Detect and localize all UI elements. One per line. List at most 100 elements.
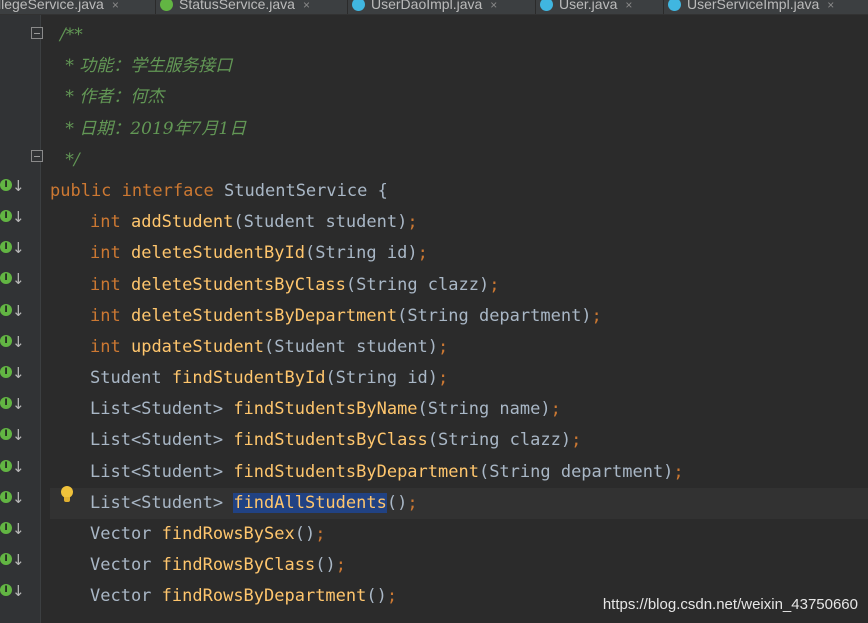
method-line: Vector findRowsBySex(); — [50, 519, 868, 550]
method-name: findRowsBySex — [161, 524, 295, 544]
method-params: (String clazz) — [345, 274, 490, 295]
code-editor[interactable]: /** * 功能：学生服务接口 * 作者：何杰 * 日期：2019年7月1日 *… — [50, 20, 868, 613]
method-params: (Student student) — [264, 336, 439, 357]
keyword-public: public — [50, 180, 112, 201]
code-line: /** — [50, 20, 868, 51]
method-params: (String department) — [397, 305, 592, 326]
return-type: List<Student> — [90, 461, 224, 482]
interface-name: StudentService — [224, 180, 368, 201]
doc-comment-author: * 作者：何杰 — [60, 87, 165, 108]
selected-method-name[interactable]: findAllStudents — [233, 492, 387, 513]
semicolon: ; — [550, 399, 561, 420]
implemented-marker-icon[interactable]: I ↓ — [0, 207, 25, 227]
open-brace: { — [377, 180, 388, 201]
method-params: () — [294, 524, 316, 544]
doc-comment-date: * 日期：2019年7月1日 — [60, 118, 247, 139]
method-params: () — [386, 492, 408, 513]
lightbulb-intention-icon[interactable] — [60, 486, 74, 504]
method-line: List<Student> findStudentsByDepartment(S… — [50, 457, 868, 488]
return-type: int — [90, 336, 121, 357]
method-line: int deleteStudentsByClass(String clazz); — [50, 270, 868, 301]
class-icon — [352, 0, 365, 11]
tab-label: StatusService.java — [179, 0, 295, 12]
semicolon: ; — [591, 305, 602, 326]
return-type: Vector — [90, 524, 152, 544]
semicolon: ; — [407, 212, 418, 233]
tab-close-icon[interactable]: × — [112, 0, 119, 12]
semicolon: ; — [315, 524, 326, 544]
method-params: (String clazz) — [427, 430, 572, 451]
return-type: int — [90, 212, 121, 233]
implemented-marker-icon[interactable]: I ↓ — [0, 581, 25, 601]
tab-college-service[interactable]: llegeService.java × — [0, 0, 156, 14]
tab-label: llegeService.java — [0, 0, 104, 12]
method-params: (String department) — [478, 461, 674, 482]
semicolon: ; — [489, 274, 500, 295]
implemented-marker-icon[interactable]: I ↓ — [0, 394, 25, 414]
keyword-interface: interface — [121, 180, 214, 201]
tab-close-icon[interactable]: × — [490, 0, 497, 12]
semicolon: ; — [438, 336, 449, 357]
implemented-marker-icon[interactable]: I ↓ — [0, 457, 25, 477]
implemented-marker-icon[interactable]: I ↓ — [0, 519, 25, 539]
tab-close-icon[interactable]: × — [827, 0, 834, 12]
implemented-marker-icon[interactable]: I ↓ — [0, 488, 25, 508]
method-name: deleteStudentsByClass — [130, 274, 346, 295]
method-line: int deleteStudentById(String id); — [50, 238, 868, 269]
tab-label: UserServiceImpl.java — [687, 0, 820, 12]
watermark-text: https://blog.csdn.net/weixin_43750660 — [602, 596, 858, 613]
method-line: int updateStudent(Student student); — [50, 332, 868, 363]
method-line: Student findStudentById(String id); — [50, 363, 868, 394]
implemented-marker-icon[interactable]: I ↓ — [0, 332, 25, 352]
method-line: int addStudent(Student student); — [50, 207, 868, 238]
return-type: Vector — [90, 586, 152, 607]
interface-declaration: public interface StudentService { — [50, 176, 868, 207]
doc-comment-close: */ — [60, 149, 80, 170]
code-line: * 日期：2019年7月1日 — [50, 114, 868, 145]
method-name: findStudentById — [171, 368, 326, 389]
method-name: findRowsByDepartment — [161, 586, 367, 607]
implemented-marker-icon[interactable]: I ↓ — [0, 425, 25, 445]
implemented-marker-icon[interactable]: I ↓ — [0, 550, 25, 570]
tab-status-service[interactable]: StatusService.java × — [156, 0, 348, 14]
method-name: findStudentsByDepartment — [233, 461, 479, 482]
method-params: (Student student) — [233, 212, 408, 233]
tab-user-dao-impl[interactable]: UserDaoImpl.java × — [348, 0, 536, 14]
fold-collapse-icon[interactable] — [31, 150, 43, 162]
class-icon — [540, 0, 553, 11]
implemented-marker-icon[interactable]: I ↓ — [0, 269, 25, 289]
method-params: () — [366, 586, 387, 607]
return-type: List<Student> — [90, 492, 224, 513]
tab-label: UserDaoImpl.java — [371, 0, 483, 12]
implemented-marker-icon[interactable]: I ↓ — [0, 301, 25, 321]
return-type: List<Student> — [90, 430, 224, 451]
doc-comment-open: /** — [60, 25, 83, 45]
method-line: List<Student> findStudentsByName(String … — [50, 394, 868, 425]
implemented-marker-icon[interactable]: I ↓ — [0, 363, 25, 383]
method-params: () — [315, 555, 336, 576]
tab-user[interactable]: User.java × — [536, 0, 664, 14]
semicolon: ; — [571, 430, 582, 451]
code-line: */ — [50, 145, 868, 176]
method-name: addStudent — [130, 212, 234, 233]
method-line: List<Student> findStudentsByClass(String… — [50, 425, 868, 456]
tab-close-icon[interactable]: × — [303, 0, 310, 12]
method-name: findStudentsByClass — [233, 430, 428, 451]
implemented-marker-icon[interactable]: I ↓ — [0, 238, 25, 258]
method-line: int deleteStudentsByDepartment(String de… — [50, 301, 868, 332]
interface-icon — [160, 0, 173, 11]
tab-close-icon[interactable]: × — [625, 0, 632, 12]
implemented-marker-icon[interactable]: I ↓ — [0, 176, 25, 196]
method-params: (String name) — [417, 399, 551, 420]
return-type: int — [90, 305, 121, 326]
semicolon: ; — [417, 243, 428, 264]
tab-label: User.java — [559, 0, 618, 12]
return-type: Vector — [90, 555, 152, 576]
return-type: Student — [90, 368, 162, 389]
current-method-line[interactable]: List<Student> findAllStudents(); — [50, 487, 868, 519]
return-type: List<Student> — [90, 399, 224, 420]
return-type: int — [90, 243, 121, 264]
tab-user-service-impl[interactable]: UserServiceImpl.java × — [664, 0, 868, 14]
fold-collapse-icon[interactable] — [31, 27, 43, 39]
method-name: findStudentsByName — [233, 399, 418, 420]
